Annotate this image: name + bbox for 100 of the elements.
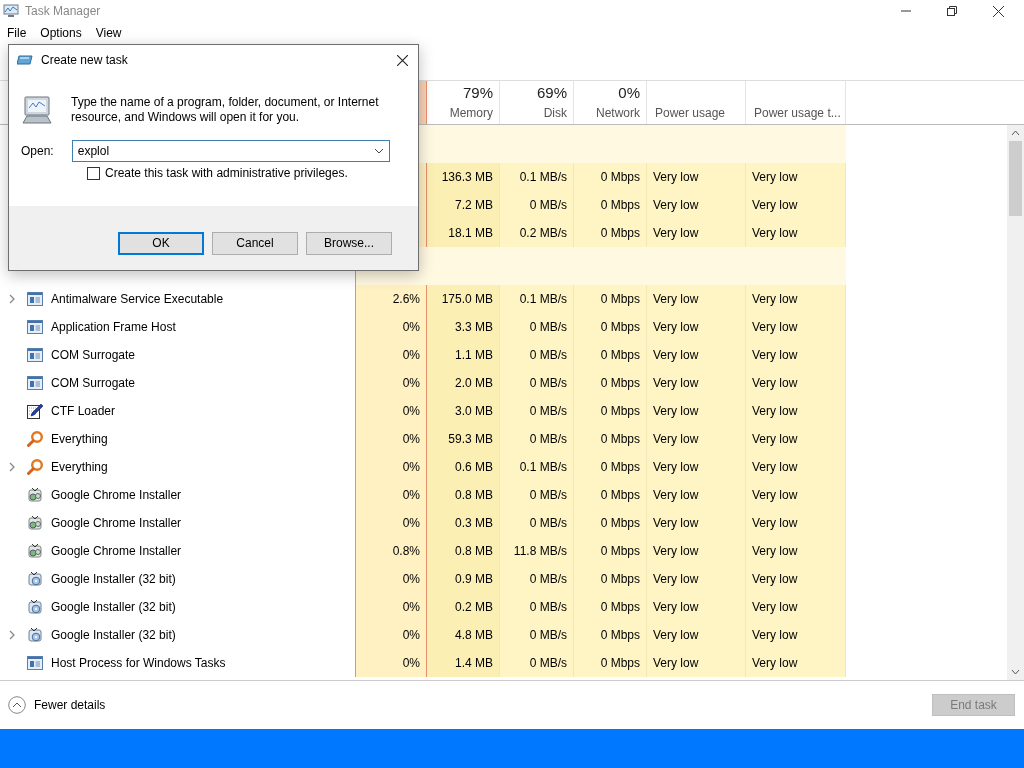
fewer-details-button[interactable]: Fewer details xyxy=(8,696,106,714)
table-cell: Very low xyxy=(647,621,746,649)
table-cell: 136.3 MB xyxy=(427,163,500,191)
scroll-up-icon[interactable] xyxy=(1011,130,1020,136)
close-icon[interactable] xyxy=(993,5,1004,17)
app-icon xyxy=(3,4,19,18)
close-icon[interactable] xyxy=(397,54,408,66)
table-cell: 7.2 MB xyxy=(427,191,500,219)
process-name[interactable]: Google Installer (32 bit) xyxy=(51,572,176,586)
checkbox[interactable] xyxy=(87,166,100,180)
dialog-button[interactable]: OK xyxy=(118,231,204,255)
table-cell: 0.8 MB xyxy=(427,537,500,565)
dialog-title: Create new task xyxy=(41,53,128,67)
table-cell: Very low xyxy=(746,481,846,509)
computer-icon xyxy=(21,95,53,127)
column-header[interactable]: Disk xyxy=(543,106,567,120)
table-cell: Very low xyxy=(647,565,746,593)
dialog-button[interactable]: Browse... xyxy=(306,231,392,255)
table-cell: Very low xyxy=(647,341,746,369)
table-cell: Very low xyxy=(647,453,746,481)
scrollbar[interactable] xyxy=(1007,125,1024,680)
magnifier-icon xyxy=(27,459,43,475)
column-header[interactable]: Power usage xyxy=(653,106,726,120)
expand-chevron-icon[interactable] xyxy=(9,294,15,304)
dialog-button[interactable]: Cancel xyxy=(212,231,298,255)
process-name[interactable]: Google Chrome Installer xyxy=(51,544,182,558)
process-name[interactable]: Google Installer (32 bit) xyxy=(51,628,176,642)
column-percent: 69% xyxy=(536,84,567,101)
table-cell: 0 MB/s xyxy=(500,313,574,341)
table-cell: 0 Mbps xyxy=(574,191,647,219)
table-cell: 0% xyxy=(355,509,427,537)
menu-item[interactable]: View xyxy=(95,26,122,40)
table-cell: 0.2 MB xyxy=(427,593,500,621)
instruction-text: Type the name of a program, folder, document, or Internet resource, and Windows will open it for you. xyxy=(71,95,380,125)
table-cell: Very low xyxy=(647,219,746,247)
table-cell: 0% xyxy=(355,481,427,509)
table-cell: Very low xyxy=(647,425,746,453)
table-cell: 0 Mbps xyxy=(574,163,647,191)
column-header[interactable]: Network xyxy=(596,106,640,120)
window-title: Task Manager xyxy=(25,4,101,18)
table-cell: 0.9 MB xyxy=(427,565,500,593)
table-cell: Very low xyxy=(647,593,746,621)
table-cell: 0 Mbps xyxy=(574,509,647,537)
process-name[interactable]: CTF Loader xyxy=(51,404,116,418)
table-cell: 11.8 MB/s xyxy=(500,537,574,565)
collapse-icon xyxy=(8,696,26,714)
table-cell: 0.8 MB xyxy=(427,481,500,509)
column-header[interactable]: Power usage t... xyxy=(752,106,841,120)
table-cell: Very low xyxy=(746,453,846,481)
process-name[interactable]: COM Surrogate xyxy=(51,348,136,362)
magnifier-icon xyxy=(27,431,43,447)
table-cell: 0 MB/s xyxy=(500,509,574,537)
installer-icon xyxy=(27,571,43,587)
process-name[interactable]: Application Frame Host xyxy=(51,320,176,334)
expand-chevron-icon[interactable] xyxy=(9,462,15,472)
process-name[interactable]: Host Process for Windows Tasks xyxy=(51,656,226,670)
table-cell: 0.1 MB/s xyxy=(500,163,574,191)
table-cell: 0 Mbps xyxy=(574,593,647,621)
run-icon xyxy=(17,54,33,66)
open-label: Open: xyxy=(21,144,54,158)
expand-chevron-icon[interactable] xyxy=(9,630,15,640)
checkbox-label: Create this task with administrative privileges. xyxy=(105,166,348,180)
table-cell: 0% xyxy=(355,453,427,481)
table-cell: Very low xyxy=(746,285,846,313)
process-name[interactable]: Everything xyxy=(51,432,108,446)
process-name[interactable]: Antimalware Service Executable xyxy=(51,292,224,306)
column-header[interactable]: Memory xyxy=(449,106,493,120)
menu-item[interactable]: File xyxy=(7,26,27,40)
installer-icon xyxy=(27,627,43,643)
table-cell: 0.1 MB/s xyxy=(500,453,574,481)
table-cell: 0 Mbps xyxy=(574,621,647,649)
restore-icon[interactable] xyxy=(947,6,957,16)
open-combobox[interactable]: explol xyxy=(71,140,390,162)
column-percent: 79% xyxy=(462,84,493,101)
table-cell: 0 Mbps xyxy=(574,397,647,425)
process-name[interactable]: Google Chrome Installer xyxy=(51,516,182,530)
window-icon xyxy=(27,320,43,334)
process-name[interactable]: Google Chrome Installer xyxy=(51,488,182,502)
window-icon xyxy=(27,376,43,390)
table-cell: 0.8% xyxy=(355,537,427,565)
table-cell: Very low xyxy=(746,509,846,537)
table-cell: 0 Mbps xyxy=(574,649,647,677)
table-cell: 0 MB/s xyxy=(500,425,574,453)
scroll-down-icon[interactable] xyxy=(1011,669,1020,675)
table-cell: Very low xyxy=(746,219,846,247)
table-cell: 0 MB/s xyxy=(500,565,574,593)
table-cell: 4.8 MB xyxy=(427,621,500,649)
table-cell: 0 MB/s xyxy=(500,649,574,677)
table-cell: Very low xyxy=(647,285,746,313)
process-name[interactable]: Everything xyxy=(51,460,108,474)
scrollbar-thumb[interactable] xyxy=(1009,141,1022,216)
table-cell: 0 MB/s xyxy=(500,397,574,425)
table-cell: Very low xyxy=(746,163,846,191)
process-name[interactable]: Google Installer (32 bit) xyxy=(51,600,176,614)
process-name[interactable]: COM Surrogate xyxy=(51,376,136,390)
table-cell: 0% xyxy=(355,593,427,621)
table-cell: 0% xyxy=(355,649,427,677)
table-cell: Very low xyxy=(746,649,846,677)
menu-item[interactable]: Options xyxy=(40,26,82,40)
dropdown-caret-icon[interactable] xyxy=(373,148,384,154)
